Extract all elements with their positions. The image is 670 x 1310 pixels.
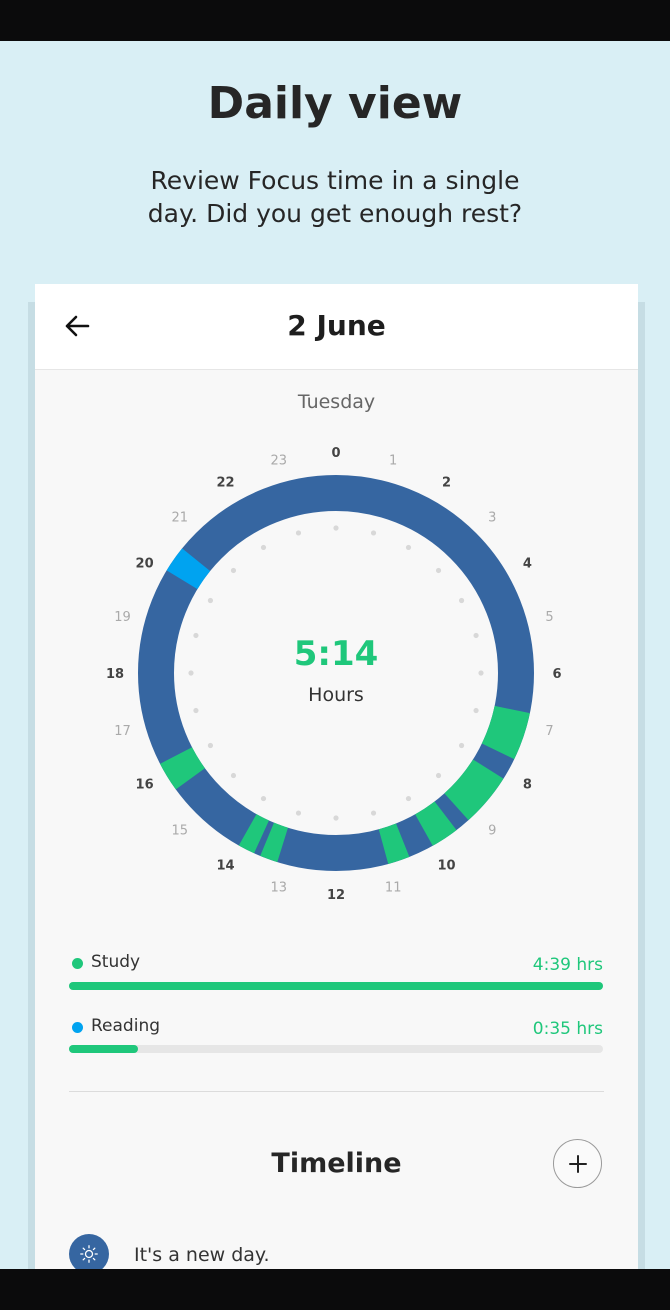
sun-icon: [80, 1245, 98, 1263]
hour-label: 6: [552, 667, 561, 682]
day-clock: 01234567891011121314151617181920212223: [106, 446, 562, 903]
hour-label: 7: [545, 724, 553, 739]
reading-tag-name: Reading: [91, 1016, 161, 1036]
hour-label: 22: [216, 476, 234, 491]
study-session-arc: [378, 823, 410, 864]
timeline-entry-text: It's a new day.: [134, 1244, 270, 1266]
hour-label: 18: [106, 667, 124, 682]
hour-dot: [230, 772, 237, 779]
hour-dot: [473, 707, 479, 714]
study-session-arc: [238, 814, 270, 854]
reading-color-dot: [72, 1022, 83, 1033]
hour-label: 9: [488, 823, 496, 838]
hour-label: 15: [171, 823, 188, 838]
study-session-arc: [481, 705, 530, 760]
daily-view-card: 2 June Tuesday 0 1 2 3 4 5 6 7 8 9 10 11 12 13 14 15 16 1…: [35, 284, 638, 1274]
hour-label: 10: [437, 858, 455, 873]
hour-label: 12: [327, 888, 345, 903]
hour-label: 19: [114, 610, 131, 625]
hour-label: 23: [271, 454, 288, 469]
promo-subtitle: Review Focus time in a single day. Did y…: [147, 166, 523, 228]
hour-dot: [473, 632, 479, 639]
add-timeline-entry-button[interactable]: [553, 1139, 602, 1188]
status-bar: [0, 0, 670, 41]
hour-label: 17: [114, 724, 131, 739]
plus-icon: [568, 1154, 587, 1173]
hour-label: 5: [545, 610, 553, 625]
reading-tag-time: 0:35 hrs: [532, 1019, 603, 1039]
hour-dot: [370, 810, 377, 816]
promo-title: Daily view: [207, 78, 463, 129]
hour-dot: [260, 795, 267, 802]
reading-session-arc: [166, 548, 211, 590]
hour-dot: [260, 544, 267, 551]
timeline-title: Timeline: [271, 1148, 402, 1179]
hour-label: 14: [216, 858, 234, 873]
hour-label: 16: [136, 778, 154, 793]
hour-label: 21: [171, 511, 188, 526]
study-session-arc: [444, 759, 504, 821]
hour-label: 8: [523, 778, 532, 793]
hour-dot: [193, 632, 199, 639]
new-day-badge: [69, 1234, 109, 1274]
hour-dot: [295, 530, 302, 536]
hour-dot: [188, 670, 194, 676]
reading-progress-track: [69, 1045, 603, 1053]
hour-dot: [207, 742, 214, 749]
hour-label: 0: [331, 446, 340, 461]
total-focus-unit: Hours: [308, 684, 364, 706]
study-session-arc: [414, 801, 457, 846]
hour-label: 1: [389, 454, 397, 469]
hour-label: 20: [136, 557, 154, 572]
hour-dot: [370, 530, 377, 536]
hour-dot: [230, 567, 237, 574]
hour-label: 3: [488, 511, 496, 526]
hour-dot: [458, 597, 465, 604]
tag-row-study: Study 4:39 hrs: [69, 950, 603, 976]
study-progress-track: [69, 982, 603, 990]
hour-dot: [478, 670, 484, 676]
study-session-arc: [260, 822, 289, 863]
navigation-bar: [0, 1269, 670, 1310]
tag-row-reading: Reading 0:35 hrs: [69, 1014, 603, 1040]
study-progress-fill: [69, 982, 603, 990]
hour-dot: [405, 544, 412, 551]
hour-dot: [193, 707, 199, 714]
study-color-dot: [72, 958, 83, 969]
total-focus-time: 5:14: [293, 634, 379, 674]
hour-label: 11: [385, 880, 402, 895]
hour-dot: [333, 525, 339, 531]
reading-progress-fill: [69, 1045, 139, 1053]
hour-dot: [435, 567, 442, 574]
study-session-arc: [160, 747, 206, 790]
hour-dot: [458, 742, 465, 749]
study-tag-time: 4:39 hrs: [532, 955, 603, 975]
section-divider: [69, 1091, 604, 1092]
hour-dot: [207, 597, 214, 604]
hour-label: 2: [442, 476, 451, 491]
hour-dot: [435, 772, 442, 779]
hour-dot: [405, 795, 412, 802]
hour-dot: [295, 810, 302, 816]
hour-label: 13: [271, 880, 288, 895]
hour-label: 4: [523, 557, 532, 572]
hour-dot: [333, 815, 339, 821]
study-tag-name: Study: [91, 952, 141, 972]
